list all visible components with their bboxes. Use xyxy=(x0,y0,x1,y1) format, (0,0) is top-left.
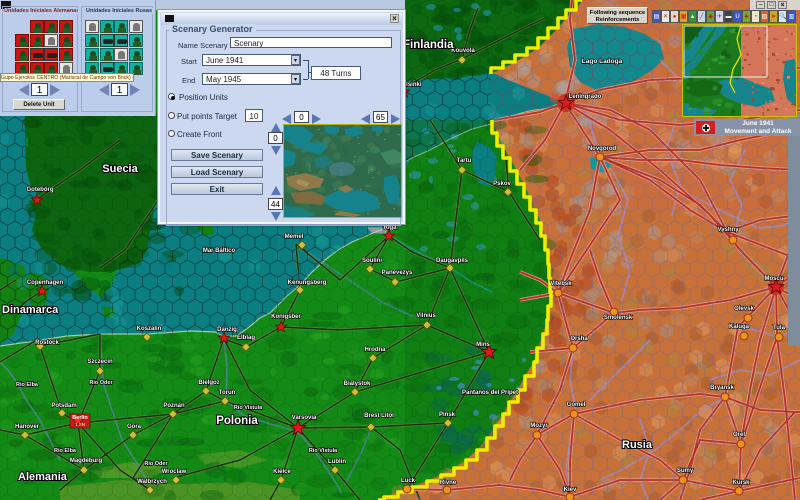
svg-text:Poznan: Poznan xyxy=(163,403,185,409)
svg-text:Daugavpils: Daugavpils xyxy=(436,258,469,264)
svg-text:Bielgoz: Bielgoz xyxy=(198,380,219,386)
svg-text:Rivne: Rivne xyxy=(440,480,457,486)
svg-text:Szczecin: Szczecin xyxy=(87,359,113,365)
svg-text:Potsdam: Potsdam xyxy=(51,403,76,409)
svg-text:Tula: Tula xyxy=(773,325,786,331)
svg-text:Hanover: Hanover xyxy=(15,424,40,430)
svg-text:Danzig: Danzig xyxy=(217,327,237,333)
svg-text:Kouvola: Kouvola xyxy=(451,48,475,54)
svg-text:Lublin: Lublin xyxy=(328,459,346,465)
svg-text:Suecia: Suecia xyxy=(102,163,138,175)
svg-text:Sumy: Sumy xyxy=(677,468,694,474)
svg-text:1 SN: 1 SN xyxy=(75,422,85,427)
svg-text:Pantanos del Pripet: Pantanos del Pripet xyxy=(462,390,518,396)
svg-text:Rusia: Rusia xyxy=(622,439,653,451)
svg-text:Tartu: Tartu xyxy=(457,158,472,164)
svg-text:Kielce: Kielce xyxy=(273,469,291,475)
svg-text:Vitebsk: Vitebsk xyxy=(550,281,572,287)
svg-text:Wroclaw: Wroclaw xyxy=(162,469,187,475)
svg-text:Rio Oder: Rio Oder xyxy=(89,380,113,386)
svg-text:Olevsk: Olevsk xyxy=(734,306,754,312)
svg-text:Gomel: Gomel xyxy=(567,402,586,408)
svg-text:Kaluga: Kaluga xyxy=(729,324,750,330)
svg-text:Mar Báltico: Mar Báltico xyxy=(203,248,236,254)
svg-text:Gotebörg: Gotebörg xyxy=(27,187,54,193)
svg-text:Memel: Memel xyxy=(285,234,304,240)
svg-text:Rio Vistula: Rio Vistula xyxy=(234,405,263,411)
svg-text:Bialystok: Bialystok xyxy=(344,381,371,387)
svg-text:Konigsber: Konigsber xyxy=(271,314,301,320)
svg-text:Copenhagen: Copenhagen xyxy=(27,280,64,286)
svg-text:Rio Elba: Rio Elba xyxy=(16,382,39,388)
svg-text:Rostock: Rostock xyxy=(35,340,59,346)
svg-text:Walbrzych: Walbrzych xyxy=(137,479,167,485)
svg-text:Vilnius: Vilnius xyxy=(416,313,436,319)
svg-text:Moscu: Moscu xyxy=(764,276,783,282)
svg-text:Koszalin: Koszalin xyxy=(137,326,162,332)
svg-text:Lago Ladoga: Lago Ladoga xyxy=(582,58,623,65)
svg-text:Varsovia: Varsovia xyxy=(292,415,317,421)
svg-text:Elblag: Elblag xyxy=(237,335,255,341)
svg-text:Alemania: Alemania xyxy=(18,471,68,483)
svg-text:Rio Vistula: Rio Vistula xyxy=(309,448,338,454)
svg-text:Brest Litol: Brest Litol xyxy=(364,413,394,419)
svg-text:Orsha: Orsha xyxy=(570,336,588,342)
svg-text:Kiev: Kiev xyxy=(564,487,577,493)
svg-text:Finlandia: Finlandia xyxy=(403,39,454,51)
svg-text:Leningrado: Leningrado xyxy=(569,94,602,100)
svg-text:Novgorod: Novgorod xyxy=(588,146,617,152)
svg-text:Vyshny: Vyshny xyxy=(717,227,739,233)
svg-text:Polonia: Polonia xyxy=(216,415,258,427)
svg-text:Luck: Luck xyxy=(401,478,416,484)
svg-text:Hrodna: Hrodna xyxy=(365,347,387,353)
svg-text:Berlin: Berlin xyxy=(72,415,88,421)
svg-text:Kursk: Kursk xyxy=(732,480,750,486)
svg-text:Bryansk: Bryansk xyxy=(710,385,734,391)
svg-text:Orel: Orel xyxy=(733,432,745,438)
svg-text:Soulini: Soulini xyxy=(362,258,382,264)
svg-text:Magdeburg: Magdeburg xyxy=(70,458,103,464)
svg-text:Smolensk: Smolensk xyxy=(604,315,633,321)
svg-text:Mozyr: Mozyr xyxy=(530,423,548,429)
svg-text:Rio Elba: Rio Elba xyxy=(54,448,77,454)
svg-text:Pinsk: Pinsk xyxy=(439,412,456,418)
svg-text:Rio Oder: Rio Oder xyxy=(144,461,168,467)
svg-text:Mins: Mins xyxy=(476,342,490,348)
svg-text:Dinamarca: Dinamarca xyxy=(2,304,59,316)
svg-text:Panevezys: Panevezys xyxy=(382,270,413,276)
svg-text:Torun: Torun xyxy=(219,390,236,396)
svg-text:Kenungsberg: Kenungsberg xyxy=(288,280,327,286)
svg-text:Gora: Gora xyxy=(127,424,142,430)
svg-text:Pskov: Pskov xyxy=(493,181,511,187)
